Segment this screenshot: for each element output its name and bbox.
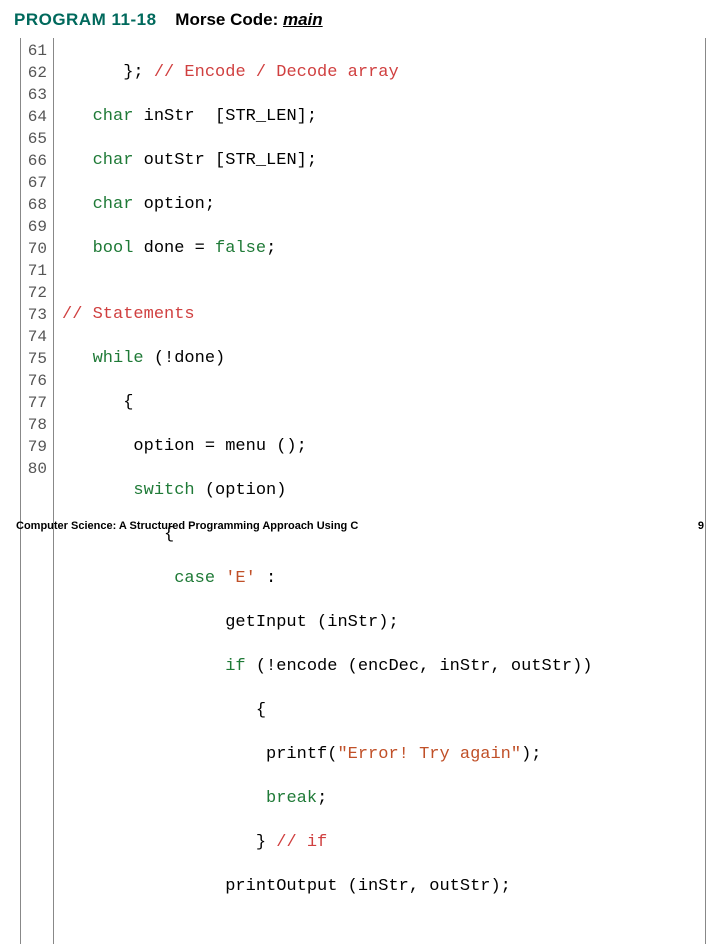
comment: // Statements (62, 305, 195, 324)
keyword: false (215, 239, 266, 258)
char-literal: 'E' (225, 569, 256, 588)
line-number: 65 (25, 128, 47, 150)
program-label: PROGRAM 11-18 (14, 10, 157, 29)
comment: // Encode / Decode array (154, 63, 399, 82)
line-number: 63 (25, 84, 47, 106)
code-line: // Statements (62, 304, 593, 326)
code-line: break; (62, 788, 593, 810)
line-number-gutter: 61 62 63 64 65 66 67 68 69 70 71 72 73 7… (21, 38, 54, 944)
keyword: if (225, 657, 245, 676)
title-main: main (283, 10, 323, 29)
code-line: } // if (62, 832, 593, 854)
code-line: { (62, 392, 593, 414)
line-number: 70 (25, 238, 47, 260)
comment: // if (276, 833, 327, 852)
title-prefix: Morse Code: (175, 10, 283, 29)
line-number: 72 (25, 282, 47, 304)
keyword: while (93, 349, 144, 368)
code-line: char option; (62, 194, 593, 216)
code-line: getInput (inStr); (62, 612, 593, 634)
line-number: 77 (25, 392, 47, 414)
keyword: case (174, 569, 215, 588)
line-number: 61 (25, 40, 47, 62)
line-number: 69 (25, 216, 47, 238)
code-line: { (62, 700, 593, 722)
keyword: char (93, 195, 134, 214)
code-line: }; // Encode / Decode array (62, 62, 593, 84)
line-number: 67 (25, 172, 47, 194)
slide-footer: Computer Science: A Structured Programmi… (0, 520, 720, 532)
page-number: 9 (698, 520, 704, 532)
code-listing: 61 62 63 64 65 66 67 68 69 70 71 72 73 7… (20, 38, 706, 944)
line-number: 76 (25, 370, 47, 392)
line-number: 71 (25, 260, 47, 282)
line-number: 68 (25, 194, 47, 216)
code-line: printf("Error! Try again"); (62, 744, 593, 766)
line-number: 75 (25, 348, 47, 370)
code-line: while (!done) (62, 348, 593, 370)
line-number: 73 (25, 304, 47, 326)
code-line: case 'E' : (62, 568, 593, 590)
string-literal: "Error! Try again" (337, 745, 521, 764)
code-content: }; // Encode / Decode array char inStr [… (54, 38, 593, 944)
keyword: bool (93, 239, 134, 258)
slide-title: Morse Code: main (175, 10, 322, 29)
line-number: 66 (25, 150, 47, 172)
keyword: char (93, 151, 134, 170)
keyword: char (93, 107, 134, 126)
code-line: switch (option) (62, 480, 593, 502)
keyword: break (266, 789, 317, 808)
line-number: 79 (25, 436, 47, 458)
line-number: 62 (25, 62, 47, 84)
code-line: printOutput (inStr, outStr); (62, 876, 593, 898)
line-number: 74 (25, 326, 47, 348)
line-number: 78 (25, 414, 47, 436)
line-number: 64 (25, 106, 47, 128)
code-line: bool done = false; (62, 238, 593, 260)
code-line: option = menu (); (62, 436, 593, 458)
code-line: char outStr [STR_LEN]; (62, 150, 593, 172)
keyword: switch (133, 481, 194, 500)
code-line: if (!encode (encDec, inStr, outStr)) (62, 656, 593, 678)
line-number: 80 (25, 458, 47, 480)
footer-left: Computer Science: A Structured Programmi… (16, 520, 358, 532)
code-line: char inStr [STR_LEN]; (62, 106, 593, 128)
slide-header: PROGRAM 11-18 Morse Code: main (0, 0, 720, 36)
